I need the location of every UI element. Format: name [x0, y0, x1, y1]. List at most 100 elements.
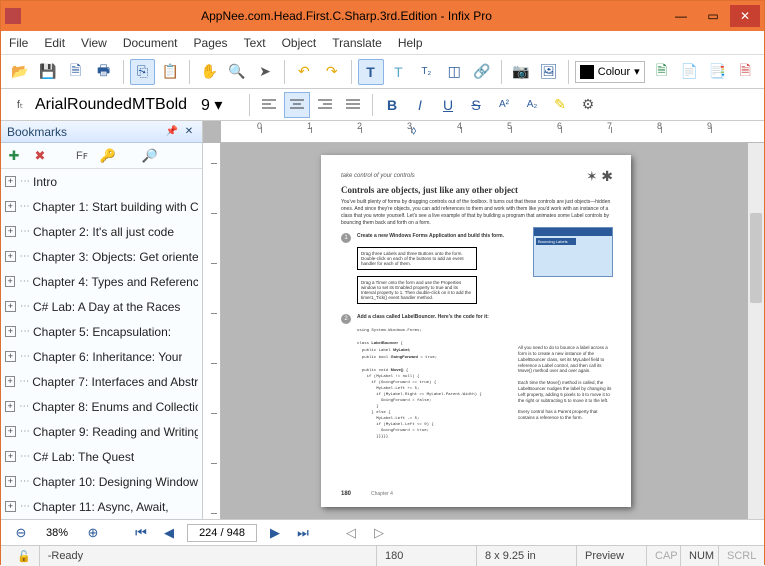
page-field[interactable]: 224 / 948	[187, 524, 257, 542]
bookmark-key-button[interactable]: 🔑	[99, 147, 117, 165]
text-tool[interactable]: T	[358, 59, 384, 85]
align-center-button[interactable]	[284, 92, 310, 118]
bookmark-item[interactable]: +⋯Chapter 9: Reading and Writing	[1, 419, 202, 444]
bookmark-item[interactable]: +⋯Chapter 4: Types and References	[1, 269, 202, 294]
save-all-button[interactable]: 🗎	[63, 59, 89, 85]
redo-button[interactable]: ↷	[319, 59, 345, 85]
next-page-button[interactable]: ▶	[265, 523, 285, 543]
paragraph-settings-button[interactable]: ⚙	[575, 92, 601, 118]
ruler-horizontal[interactable]: ⬨ 0123456789	[221, 121, 764, 143]
align-right-button[interactable]	[312, 92, 338, 118]
expand-icon[interactable]: +	[5, 351, 16, 362]
lock-icon[interactable]: 🔓	[9, 546, 39, 566]
camera-tool[interactable]: 📷	[508, 59, 534, 85]
expand-icon[interactable]: +	[5, 326, 16, 337]
maximize-button[interactable]: ▭	[698, 5, 728, 27]
scrollbar-thumb[interactable]	[750, 213, 762, 303]
panel-close-button[interactable]: ✕	[182, 125, 196, 139]
paste-button[interactable]: 📋	[157, 59, 183, 85]
menu-document[interactable]: Document	[123, 36, 178, 50]
underline-button[interactable]: U	[435, 92, 461, 118]
bookmark-find-button[interactable]: 🔎	[141, 147, 159, 165]
copy-button[interactable]: ⎘	[130, 59, 156, 85]
last-page-button[interactable]: ⏭	[293, 523, 313, 543]
image-tool[interactable]: 🖼	[536, 59, 562, 85]
ruler-vertical[interactable]	[203, 143, 221, 519]
bookmark-font-button[interactable]: Fꜰ	[73, 147, 91, 165]
align-left-button[interactable]	[256, 92, 282, 118]
bookmark-item[interactable]: +⋯Chapter 3: Objects: Get oriented	[1, 244, 202, 269]
bookmark-item[interactable]: +⋯Chapter 2: It's all just code	[1, 219, 202, 244]
pin-button[interactable]: 📌	[165, 125, 179, 139]
zoom-value[interactable]: 38%	[39, 527, 75, 539]
expand-icon[interactable]: +	[5, 401, 15, 412]
font-combo[interactable]: ArialRoundedMTBold	[35, 96, 185, 114]
nav-forward-button[interactable]: ▷	[369, 523, 389, 543]
font-chooser-button[interactable]: fₜ	[7, 92, 33, 118]
page-canvas[interactable]: take control of your controls Controls a…	[221, 143, 764, 519]
menu-edit[interactable]: Edit	[44, 36, 65, 50]
link-tool[interactable]: 🔗	[469, 59, 495, 85]
bookmark-add-button[interactable]: ✚	[5, 147, 23, 165]
bookmark-item[interactable]: +⋯Chapter 6: Inheritance: Your	[1, 344, 202, 369]
page-delete-button[interactable]: 🗎	[732, 59, 758, 85]
expand-icon[interactable]: +	[5, 226, 16, 237]
expand-icon[interactable]: +	[5, 501, 16, 512]
expand-icon[interactable]: +	[5, 301, 16, 312]
bookmark-item[interactable]: +⋯Chapter 7: Interfaces and Abstract	[1, 369, 202, 394]
bookmark-item[interactable]: +⋯Chapter 1: Start building with C#	[1, 194, 202, 219]
bookmark-item[interactable]: +⋯C# Lab: A Day at the Races	[1, 294, 202, 319]
text-tool-alt[interactable]: T	[386, 59, 412, 85]
bookmark-item[interactable]: +⋯Intro	[1, 169, 202, 194]
menu-text[interactable]: Text	[244, 36, 266, 50]
bookmarks-list[interactable]: +⋯Intro+⋯Chapter 1: Start building with …	[1, 169, 202, 519]
expand-icon[interactable]: +	[5, 201, 16, 212]
nav-back-button[interactable]: ◁	[341, 523, 361, 543]
zoom-out-button[interactable]: ⊖	[11, 523, 31, 543]
italic-button[interactable]: I	[407, 92, 433, 118]
superscript-button[interactable]: A²	[491, 92, 517, 118]
zoom-in-button[interactable]: ⊕	[83, 523, 103, 543]
menu-pages[interactable]: Pages	[194, 36, 228, 50]
expand-icon[interactable]: +	[5, 176, 16, 187]
bookmark-item[interactable]: +⋯Chapter 5: Encapsulation:	[1, 319, 202, 344]
menu-object[interactable]: Object	[282, 36, 317, 50]
page-extract-button[interactable]: 📑	[704, 59, 730, 85]
menu-file[interactable]: File	[9, 36, 28, 50]
expand-icon[interactable]: +	[5, 276, 15, 287]
menu-help[interactable]: Help	[398, 36, 423, 50]
bookmark-item[interactable]: +⋯Chapter 8: Enums and Collections	[1, 394, 202, 419]
open-button[interactable]: 📂	[7, 59, 33, 85]
fontsize-combo[interactable]: 9 ▾	[201, 95, 243, 115]
hand-tool[interactable]: ✋	[196, 59, 222, 85]
subscript-button[interactable]: A₂	[519, 92, 545, 118]
expand-icon[interactable]: +	[5, 251, 16, 262]
status-preview[interactable]: Preview	[576, 546, 646, 566]
close-button[interactable]: ✕	[730, 5, 760, 27]
prev-page-button[interactable]: ◀	[159, 523, 179, 543]
expand-icon[interactable]: +	[5, 426, 16, 437]
page-insert-button[interactable]: 🗎	[649, 59, 675, 85]
strike-button[interactable]: S	[463, 92, 489, 118]
bold-button[interactable]: B	[379, 92, 405, 118]
minimize-button[interactable]: —	[666, 5, 696, 27]
undo-button[interactable]: ↶	[291, 59, 317, 85]
menu-view[interactable]: View	[81, 36, 107, 50]
first-page-button[interactable]: ⏮	[131, 523, 151, 543]
pointer-tool[interactable]: ➤	[252, 59, 278, 85]
expand-icon[interactable]: +	[5, 451, 16, 462]
zoom-tool[interactable]: 🔍	[224, 59, 250, 85]
colour-picker[interactable]: Colour ▾	[575, 61, 645, 83]
print-button[interactable]: 🖶	[91, 59, 117, 85]
scrollbar-vertical[interactable]	[748, 143, 764, 519]
bookmark-delete-button[interactable]: ✖	[31, 147, 49, 165]
expand-icon[interactable]: +	[5, 476, 16, 487]
save-button[interactable]: 💾	[35, 59, 61, 85]
bookmark-item[interactable]: +⋯Chapter 10: Designing Windows	[1, 469, 202, 494]
expand-icon[interactable]: +	[5, 376, 15, 387]
crop-tool[interactable]: ◫	[441, 59, 467, 85]
vertical-text-tool[interactable]: T₂	[413, 59, 439, 85]
bookmark-item[interactable]: +⋯Chapter 11: Async, Await,	[1, 494, 202, 519]
highlight-button[interactable]: ✎	[547, 92, 573, 118]
bookmark-item[interactable]: +⋯C# Lab: The Quest	[1, 444, 202, 469]
